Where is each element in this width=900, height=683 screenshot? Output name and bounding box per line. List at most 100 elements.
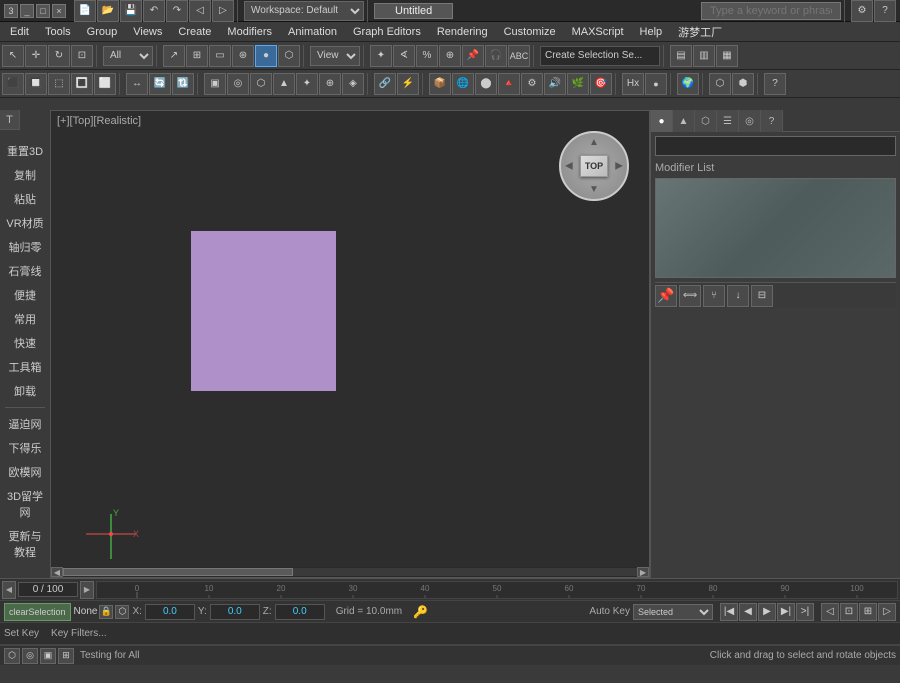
tb2-20[interactable]: ⬤: [475, 73, 497, 95]
go-start-btn[interactable]: |◀: [720, 603, 738, 621]
menu-item-modifiers[interactable]: Modifiers: [219, 24, 280, 40]
extra-btn2[interactable]: ▥: [693, 45, 715, 67]
sidebar-item-5[interactable]: 石膏线: [2, 260, 48, 282]
sidebar-bottom-item-2[interactable]: 欧模网: [2, 461, 48, 483]
tb2-16[interactable]: 🔗: [374, 73, 396, 95]
filter-select[interactable]: All: [103, 46, 153, 66]
close-btn[interactable]: ×: [52, 4, 66, 18]
nav-gizmo[interactable]: TOP ▲ ▼ ◀ ▶: [559, 131, 629, 201]
view-select[interactable]: View: [310, 46, 360, 66]
tb2-8[interactable]: 🔃: [172, 73, 194, 95]
z-input[interactable]: [275, 604, 325, 620]
open-btn[interactable]: 📂: [97, 0, 119, 22]
circle-sel-btn[interactable]: ●: [255, 45, 277, 67]
scale-btn[interactable]: ⊡: [71, 45, 93, 67]
sidebar-bottom-item-0[interactable]: 逼迫网: [2, 413, 48, 435]
right-tab-4[interactable]: ☰: [717, 110, 739, 132]
tb2-5[interactable]: ⬜: [94, 73, 116, 95]
right-tab-help[interactable]: ?: [761, 110, 783, 132]
tb2-13[interactable]: ✦: [296, 73, 318, 95]
tb2-27[interactable]: ●: [645, 73, 667, 95]
select-mode-btn[interactable]: ↖: [2, 45, 24, 67]
tb2-15[interactable]: ◈: [342, 73, 364, 95]
tb2-25[interactable]: 🎯: [590, 73, 612, 95]
menu-item-游梦工厂[interactable]: 游梦工厂: [670, 22, 730, 42]
right-tab-2[interactable]: ▲: [673, 110, 695, 132]
back-btn[interactable]: ◁: [189, 0, 211, 22]
scroll-right[interactable]: ▶: [637, 567, 649, 577]
menu-item-tools[interactable]: Tools: [37, 24, 79, 40]
auto-key-select[interactable]: Selected: [633, 604, 713, 620]
tb2-14[interactable]: ⊕: [319, 73, 341, 95]
menu-item-customize[interactable]: Customize: [496, 24, 564, 40]
extra-btn3[interactable]: ▦: [716, 45, 738, 67]
sidebar-item-1[interactable]: 复制: [2, 164, 48, 186]
workspace-select[interactable]: Workspace: Default: [244, 1, 364, 21]
sidebar-bottom-item-3[interactable]: 3D留学网: [2, 485, 48, 523]
menu-item-edit[interactable]: Edit: [2, 24, 37, 40]
y-input[interactable]: [210, 604, 260, 620]
save-btn[interactable]: 💾: [120, 0, 142, 22]
tb2-4[interactable]: 🔳: [71, 73, 93, 95]
tb2-3[interactable]: ⬚: [48, 73, 70, 95]
timeline-ruler[interactable]: 0 10 20 30 40 50 60 70 80 90 1: [96, 581, 898, 599]
viewport-scrollbar[interactable]: ◀ ▶: [51, 567, 649, 577]
undo-btn[interactable]: ↶: [143, 0, 165, 22]
tb2-7[interactable]: 🔄: [149, 73, 171, 95]
sidebar-bottom-item-1[interactable]: 下得乐: [2, 437, 48, 459]
play-btn[interactable]: ▶: [758, 603, 776, 621]
tb2-22[interactable]: ⚙: [521, 73, 543, 95]
menu-item-maxscript[interactable]: MAXScript: [564, 24, 632, 40]
sidebar-item-0[interactable]: 重置3D: [2, 140, 48, 162]
modifier-input[interactable]: [655, 136, 896, 156]
pb-e1[interactable]: ◁: [821, 603, 839, 621]
help-btn[interactable]: ?: [874, 0, 896, 22]
tb2-6[interactable]: ↔: [126, 73, 148, 95]
tb2-10[interactable]: ◎: [227, 73, 249, 95]
tl-scroll-left[interactable]: ◀: [2, 581, 16, 599]
pb-e3[interactable]: ⊞: [859, 603, 877, 621]
scroll-thumb[interactable]: [63, 568, 293, 576]
pin-btn[interactable]: 📌: [462, 45, 484, 67]
sidebar-item-7[interactable]: 常用: [2, 308, 48, 330]
snap-btn[interactable]: ✦: [370, 45, 392, 67]
tb2-23[interactable]: 🔊: [544, 73, 566, 95]
menu-item-group[interactable]: Group: [79, 24, 126, 40]
menu-item-graph-editors[interactable]: Graph Editors: [345, 24, 429, 40]
sidebar-item-2[interactable]: 粘贴: [2, 188, 48, 210]
extra-btn1[interactable]: ▤: [670, 45, 692, 67]
rect-sel-btn[interactable]: ▭: [209, 45, 231, 67]
scroll-track[interactable]: [63, 568, 637, 576]
sidebar-item-3[interactable]: VR材质: [2, 212, 48, 234]
menu-item-rendering[interactable]: Rendering: [429, 24, 496, 40]
selection-input[interactable]: Create Selection Se...: [540, 46, 660, 66]
rp-arrow-btn[interactable]: ↓: [727, 285, 749, 307]
tb2-30[interactable]: ⬢: [732, 73, 754, 95]
sidebar-item-6[interactable]: 便捷: [2, 284, 48, 306]
sidebar-bottom-item-4[interactable]: 更新与教程: [2, 525, 48, 563]
settings-btn[interactable]: ⚙: [851, 0, 873, 22]
tb2-1[interactable]: ⬛: [2, 73, 24, 95]
frame-display[interactable]: 0 / 100: [18, 582, 78, 597]
new-btn[interactable]: 📄: [74, 0, 96, 22]
menu-item-help[interactable]: Help: [632, 24, 671, 40]
tb2-29[interactable]: ⬡: [709, 73, 731, 95]
fwd-btn[interactable]: ▷: [212, 0, 234, 22]
rotate-btn[interactable]: ↻: [48, 45, 70, 67]
tb2-26[interactable]: Hx: [622, 73, 644, 95]
menu-item-views[interactable]: Views: [125, 24, 170, 40]
rp-config-btn[interactable]: ⊟: [751, 285, 773, 307]
right-tab-5[interactable]: ◎: [739, 110, 761, 132]
spinner-btn[interactable]: ⊕: [439, 45, 461, 67]
maximize-btn[interactable]: □: [36, 4, 50, 18]
help-icon-btn[interactable]: ?: [764, 73, 786, 95]
tl-scroll-right[interactable]: ▶: [80, 581, 94, 599]
tb2-12[interactable]: ▲: [273, 73, 295, 95]
rp-align-btn[interactable]: ⟺: [679, 285, 701, 307]
scroll-left[interactable]: ◀: [51, 567, 63, 577]
lasso-btn[interactable]: ⊛: [232, 45, 254, 67]
poly-sel-btn[interactable]: ⬡: [278, 45, 300, 67]
right-tab-3[interactable]: ⬡: [695, 110, 717, 132]
redo-btn[interactable]: ↷: [166, 0, 188, 22]
percent-btn[interactable]: %: [416, 45, 438, 67]
